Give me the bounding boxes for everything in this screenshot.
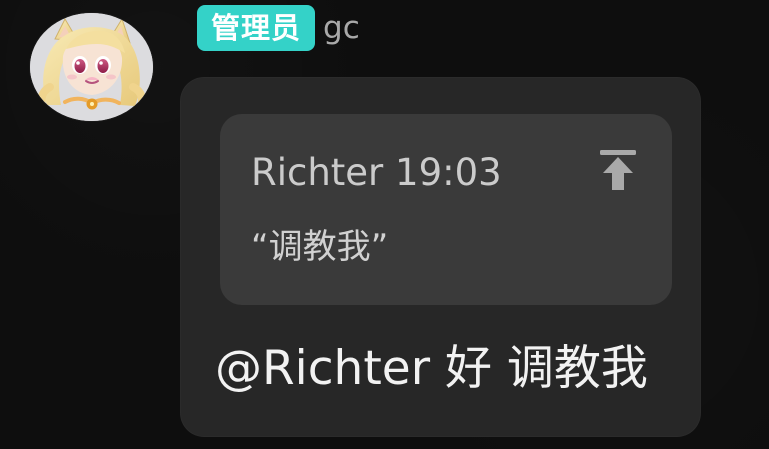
jump-to-quote-icon[interactable]: [598, 148, 638, 192]
quoted-message-text: “调教我”: [251, 227, 389, 267]
message-text: @Richter 好 调教我: [215, 341, 648, 396]
chat-screen: 管理员 gc Richter 19:03 “调教我” @Richter 好 调教…: [0, 0, 769, 449]
quoted-message-header: Richter 19:03: [251, 154, 502, 191]
sender-name[interactable]: gc: [323, 13, 360, 44]
sender-row: 管理员 gc: [197, 4, 360, 52]
message-bubble[interactable]: Richter 19:03 “调教我” @Richter 好 调教我: [180, 77, 701, 437]
role-badge: 管理员: [197, 5, 316, 51]
avatar[interactable]: [30, 13, 153, 121]
avatar-image: [30, 13, 153, 121]
quoted-message-author: Richter: [251, 151, 384, 194]
quoted-message-card[interactable]: Richter 19:03 “调教我”: [220, 114, 672, 305]
quoted-message-time: 19:03: [395, 151, 502, 194]
